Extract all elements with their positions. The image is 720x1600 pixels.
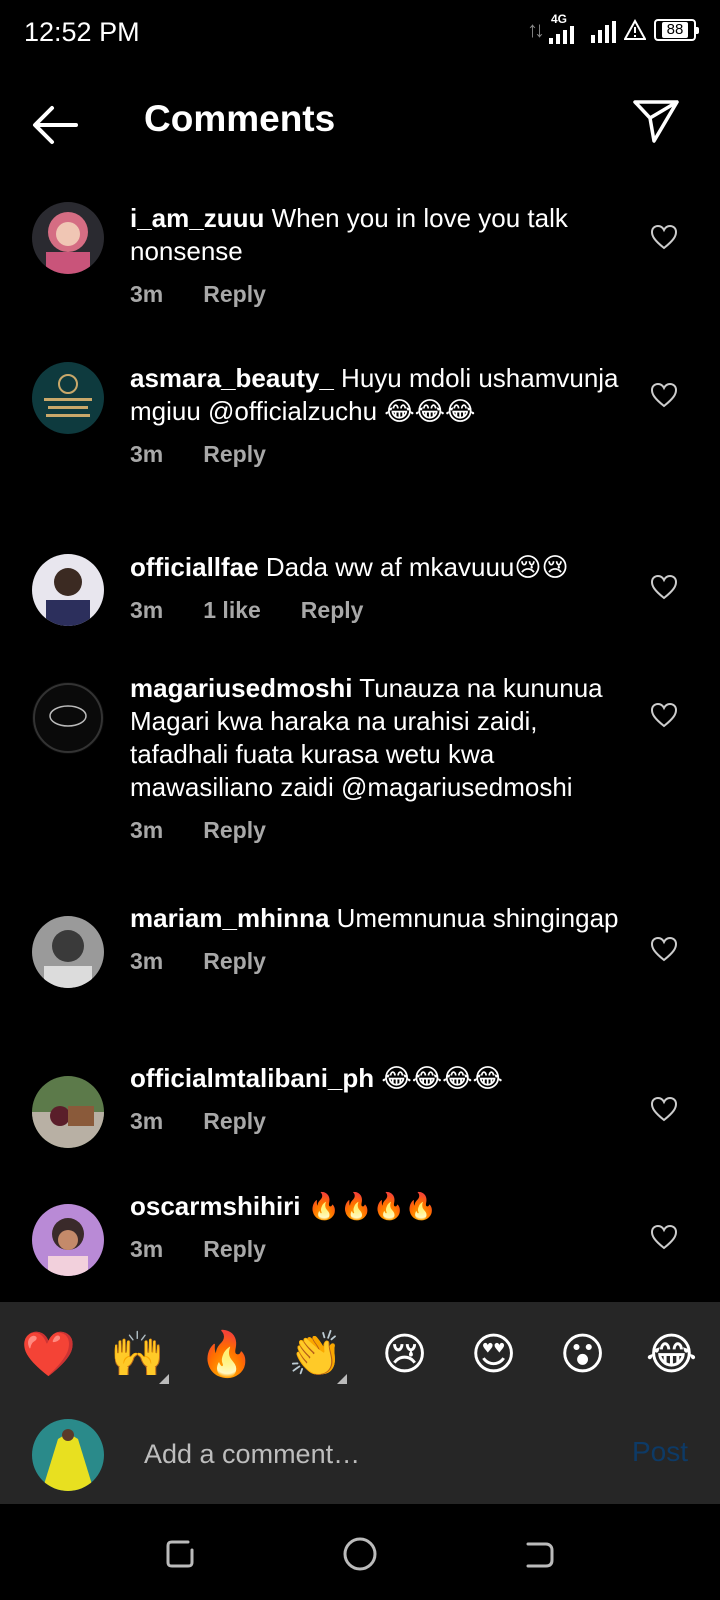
warning-icon xyxy=(624,19,646,40)
emoji-heart-eyes[interactable]: 😍 xyxy=(459,1329,529,1380)
avatar[interactable] xyxy=(32,362,104,434)
avatar[interactable] xyxy=(32,202,104,274)
emoji-fire[interactable]: 🔥 xyxy=(192,1328,262,1380)
reply-button[interactable]: Reply xyxy=(203,438,266,471)
avatar[interactable] xyxy=(32,682,104,754)
reply-button[interactable]: Reply xyxy=(203,1233,266,1266)
heart-icon[interactable] xyxy=(650,936,678,962)
page-title: Comments xyxy=(144,98,336,139)
avatar[interactable] xyxy=(32,1076,104,1148)
emoji-heart[interactable]: ❤️ xyxy=(14,1328,84,1380)
back-nav-icon[interactable] xyxy=(520,1534,560,1574)
comment-username[interactable]: magariusedmoshi xyxy=(130,673,353,703)
avatar[interactable] xyxy=(32,916,104,988)
arrow-left-icon[interactable] xyxy=(30,102,80,148)
battery-level: 88 xyxy=(661,22,689,38)
comment-text: 🔥🔥🔥🔥 xyxy=(307,1191,438,1221)
cellular-signal-icon: 4G xyxy=(549,12,583,44)
home-icon[interactable] xyxy=(340,1534,380,1574)
skin-tone-indicator-icon xyxy=(158,1374,169,1384)
comment-time: 3m xyxy=(130,597,164,623)
comment-text: 😂😂😂😂 xyxy=(381,1063,503,1093)
cellular-signal-2-icon xyxy=(591,17,616,43)
comment-text: Dada ww af mkavuuu😢😢 xyxy=(265,552,569,582)
emoji-quick-bar: ❤️ 🙌 🔥 👏 😢 😍 😮 😂 xyxy=(0,1302,720,1406)
comment-username[interactable]: officialmtalibani_ph xyxy=(130,1063,374,1093)
comment-username[interactable]: officiallfae xyxy=(130,552,259,582)
reply-button[interactable]: Reply xyxy=(203,278,266,311)
comment-text: Umemnunua shingingap xyxy=(336,903,619,933)
heart-icon[interactable] xyxy=(650,574,678,600)
comment-username[interactable]: mariam_mhinna xyxy=(130,903,329,933)
status-time: 12:52 PM xyxy=(24,17,140,47)
post-button[interactable]: Post xyxy=(632,1436,688,1468)
reply-button[interactable]: Reply xyxy=(301,594,364,627)
comment-username[interactable]: oscarmshihiri xyxy=(130,1191,301,1221)
emoji-raised-hands[interactable]: 🙌 xyxy=(103,1328,173,1384)
battery-icon: 88 xyxy=(654,19,699,41)
comment-time: 3m xyxy=(130,1236,164,1262)
recent-apps-icon[interactable] xyxy=(160,1534,200,1574)
header: Comments xyxy=(0,64,720,182)
system-nav-bar xyxy=(0,1504,720,1600)
heart-icon[interactable] xyxy=(650,382,678,408)
reply-button[interactable]: Reply xyxy=(203,945,266,978)
comment-time: 3m xyxy=(130,441,164,467)
reply-button[interactable]: Reply xyxy=(203,814,266,847)
emoji-surprised-face[interactable]: 😮 xyxy=(548,1329,618,1380)
network-type-label: 4G xyxy=(551,12,568,26)
reply-button[interactable]: Reply xyxy=(203,1105,266,1138)
emoji-clapping-hands[interactable]: 👏 xyxy=(281,1328,351,1384)
data-transfer-icon: ↑↓ xyxy=(527,17,545,42)
comment-time: 3m xyxy=(130,1108,164,1134)
comment-username[interactable]: i_am_zuuu xyxy=(130,203,264,233)
status-bar: 12:52 PM ↑↓ 4G 88 xyxy=(0,0,720,64)
comment-time: 3m xyxy=(130,948,164,974)
skin-tone-indicator-icon xyxy=(336,1374,347,1384)
like-count[interactable]: 1 like xyxy=(203,594,261,627)
comment-time: 3m xyxy=(130,817,164,843)
comment-username[interactable]: asmara_beauty_ xyxy=(130,363,334,393)
avatar[interactable] xyxy=(32,1204,104,1276)
emoji-tears-of-joy[interactable]: 😂 xyxy=(637,1329,707,1380)
comment-input[interactable] xyxy=(144,1426,604,1482)
heart-icon[interactable] xyxy=(650,702,678,728)
avatar[interactable] xyxy=(32,554,104,626)
paper-plane-icon[interactable] xyxy=(632,98,680,144)
comment-composer: Post xyxy=(0,1406,720,1504)
comment-time: 3m xyxy=(130,281,164,307)
status-icons: ↑↓ 4G 88 xyxy=(527,12,699,44)
current-user-avatar xyxy=(32,1419,104,1491)
emoji-crying-face[interactable]: 😢 xyxy=(370,1329,440,1380)
heart-icon[interactable] xyxy=(650,224,678,250)
comments-list[interactable]: i_am_zuuu When you in love you talk nons… xyxy=(0,182,720,1300)
heart-icon[interactable] xyxy=(650,1096,678,1122)
heart-icon[interactable] xyxy=(650,1224,678,1250)
